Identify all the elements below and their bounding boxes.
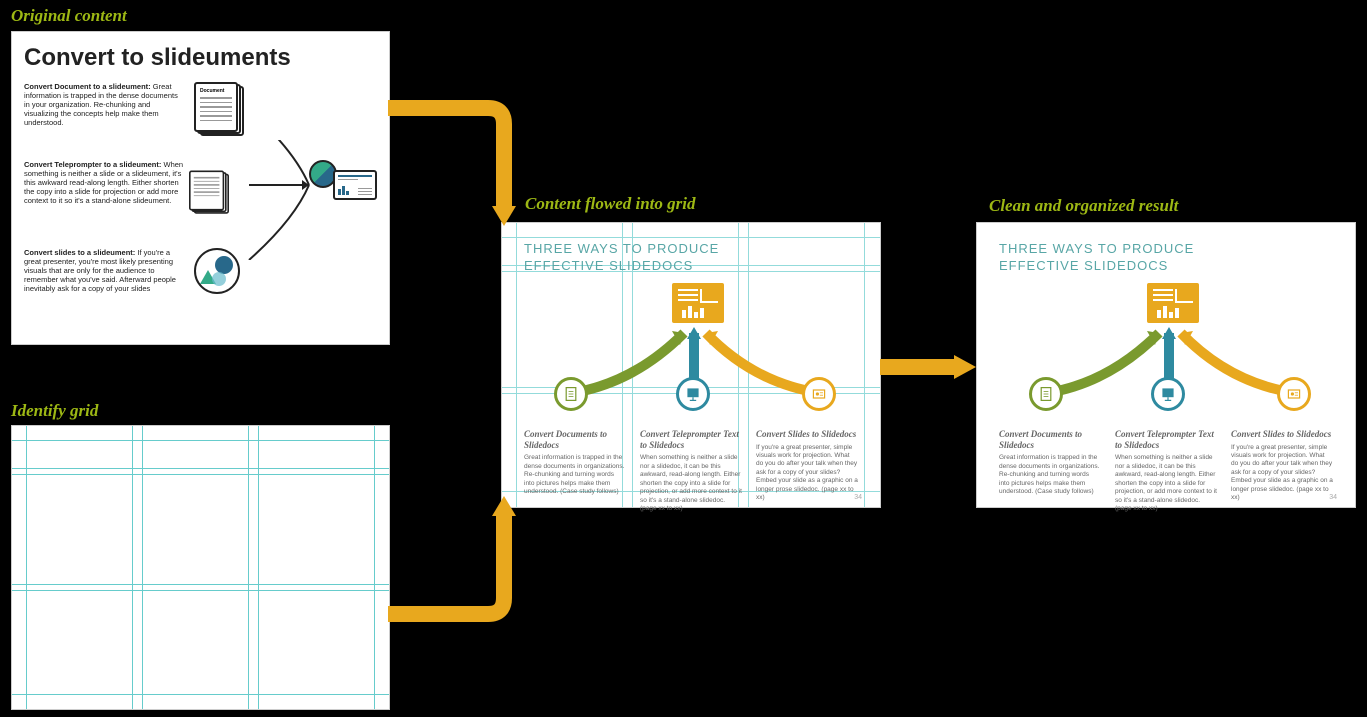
- block-slides-text: Convert slides to a slideument: If you'r…: [24, 248, 184, 293]
- label-grid: Identify grid: [11, 401, 98, 421]
- original-title: Convert to slideuments: [24, 44, 377, 72]
- panel-result: THREE WAYS TO PRODUCEEFFECTIVE SLIDEDOCS: [976, 222, 1356, 508]
- grid-lines: [12, 426, 389, 709]
- teleprompter-stack-icon: [189, 171, 229, 215]
- slidedoc-title: THREE WAYS TO PRODUCEEFFECTIVE SLIDEDOCS: [999, 241, 1333, 275]
- label-original: Original content: [11, 6, 127, 26]
- page-number: 34: [1329, 494, 1337, 501]
- panel-original: Convert to slideuments Convert Document …: [11, 31, 390, 345]
- panel-grid: [11, 425, 390, 710]
- block-doc-text: Convert Document to a slideument: Great …: [24, 82, 184, 127]
- slides-circle-icon: [194, 248, 240, 294]
- panel-flowed: THREE WAYS TO PRODUCEEFFECTIVE SLIDEDOCS: [501, 222, 881, 508]
- document-stack-icon: Document: [194, 82, 244, 137]
- report-icon: [333, 170, 377, 200]
- arrow-original-to-flowed: [388, 100, 568, 240]
- slides-circle-icon: [802, 377, 836, 411]
- converge-arrow-icon: [234, 140, 324, 260]
- slides-circle-icon: [1277, 377, 1311, 411]
- block-teleprompter-text: Convert Teleprompter to a slideument: Wh…: [24, 160, 184, 205]
- slidedoc-flowed: THREE WAYS TO PRODUCEEFFECTIVE SLIDEDOCS: [502, 223, 880, 507]
- arrow-flowed-to-result: [880, 352, 980, 382]
- label-result: Clean and organized result: [989, 196, 1178, 216]
- doc-circle-icon: [1029, 377, 1063, 411]
- page-number: 34: [854, 494, 862, 501]
- slidedoc-result: THREE WAYS TO PRODUCEEFFECTIVE SLIDEDOCS: [977, 223, 1355, 507]
- teleprompter-circle-icon: [1151, 377, 1185, 411]
- teleprompter-circle-icon: [676, 377, 710, 411]
- doc-circle-icon: [554, 377, 588, 411]
- slidedoc-title: THREE WAYS TO PRODUCEEFFECTIVE SLIDEDOCS: [524, 241, 858, 275]
- arrow-grid-to-flowed: [388, 490, 568, 630]
